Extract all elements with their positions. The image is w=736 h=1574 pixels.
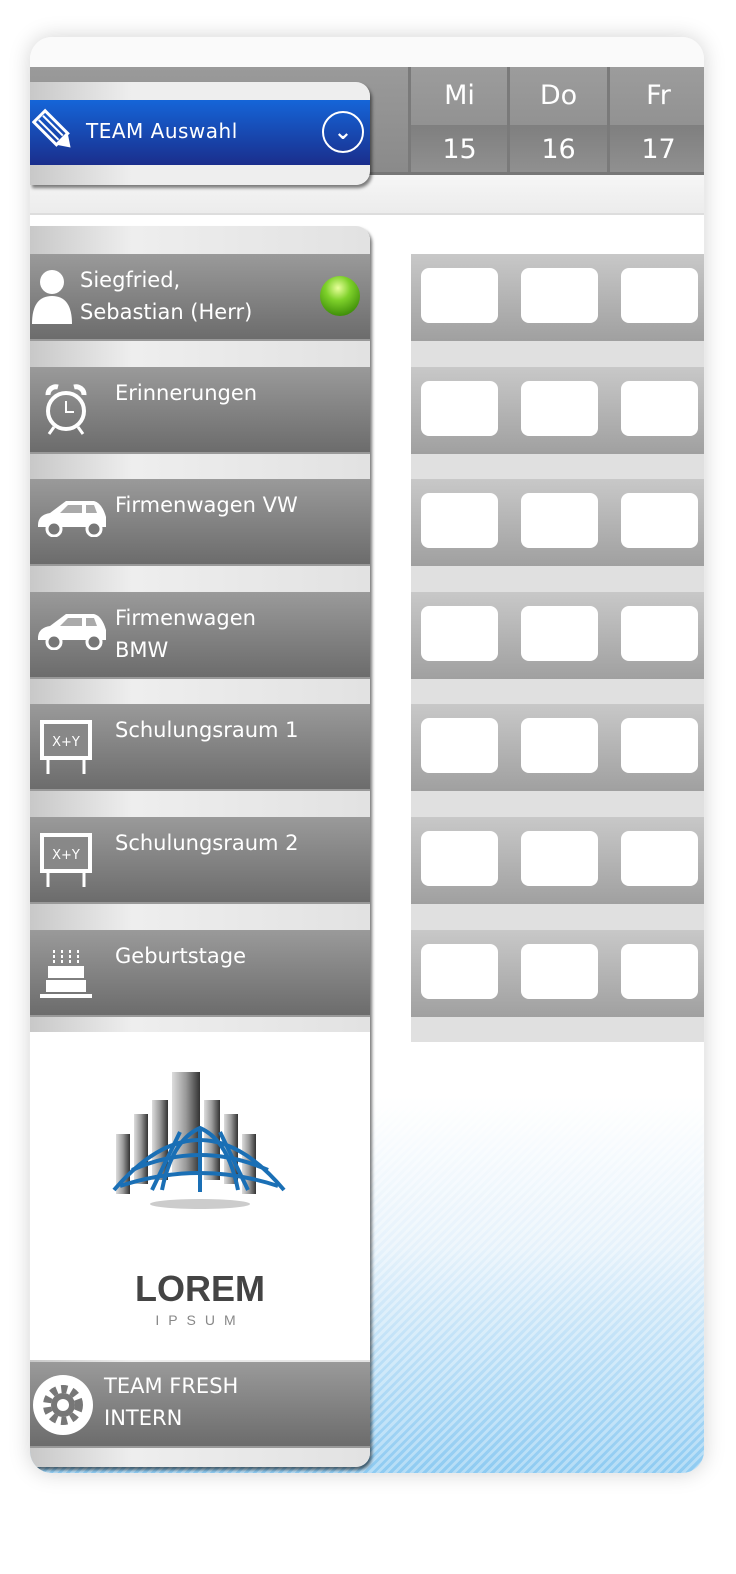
gear-icon [33, 1375, 93, 1435]
team-fresh-intern-button[interactable]: TEAM FRESH INTERN [30, 1362, 370, 1448]
car-icon [36, 493, 106, 549]
sidebar-item-label: Erinnerungen [115, 380, 258, 405]
sidebar-item-siegfried-sebastian-herr[interactable]: Siegfried, Sebastian (Herr) [30, 254, 370, 341]
svg-text:X+Y: X+Y [52, 735, 80, 750]
day-column-mi[interactable]: Mi 15 [408, 67, 508, 172]
schedule-slot[interactable] [421, 831, 498, 886]
schedule-slot[interactable] [621, 943, 698, 999]
sidebar-item-firmenwagen-vw[interactable]: Firmenwagen VW [30, 479, 370, 567]
whiteboard-icon: X+Y [36, 831, 104, 887]
day-date: 17 [610, 125, 704, 172]
schedule-slot[interactable] [621, 380, 698, 436]
day-name: Do [510, 67, 607, 125]
schedule-slot[interactable] [521, 831, 598, 886]
schedule-row [411, 929, 704, 1017]
schedule-slot[interactable] [521, 605, 598, 661]
day-name: Mi [411, 67, 508, 125]
schedule-row [411, 591, 704, 679]
sidebar-item-schulungsraum-1[interactable]: X+Y Schulungsraum 1 [30, 704, 370, 792]
schedule-slot[interactable] [421, 493, 498, 549]
schedule-grid [411, 254, 704, 1042]
sidebar-item-geburtstage[interactable]: Geburtstage [30, 929, 370, 1017]
sidebar-item-label: Schulungsraum 1 [115, 718, 299, 743]
schedule-slot[interactable] [521, 493, 598, 549]
schedule-slot[interactable] [621, 718, 698, 774]
schedule-row [411, 254, 704, 341]
schedule-row [411, 704, 704, 792]
sidebar-item-firmenwagen-bmw[interactable]: Firmenwagen BMW [30, 591, 370, 679]
sidebar-item-erinnerungen[interactable]: Erinnerungen [30, 366, 370, 454]
app-window: Mi 15 Do 16 Fr 17 TEAM Auswahl ⌄ Siegfried,… [30, 37, 704, 1473]
schedule-slot[interactable] [521, 718, 598, 774]
schedule-row [411, 479, 704, 567]
chevron-down-circle-icon[interactable]: ⌄ [322, 111, 364, 153]
day-date: 16 [510, 125, 607, 172]
day-date: 15 [411, 125, 508, 172]
schedule-row [411, 366, 704, 454]
car-icon [36, 606, 106, 662]
birthday-cake-icon [36, 944, 104, 1000]
day-name: Fr [610, 67, 704, 125]
resource-sidebar: Siegfried, Sebastian (Herr) Erinnerungen F… [30, 226, 370, 1467]
sidebar-item-label: Firmenwagen VW [115, 493, 298, 518]
sidebar-item-label: Schulungsraum 2 [115, 831, 299, 855]
pencil-icon [32, 108, 71, 148]
alarm-clock-icon [36, 381, 104, 437]
logo-subtitle: IPSUM [155, 1312, 245, 1328]
company-logo: LOREM IPSUM [30, 1032, 370, 1360]
sidebar-item-label: Geburtstage [115, 943, 246, 968]
sidebar-item-schulungsraum-2[interactable]: X+Y Schulungsraum 2 [30, 817, 370, 904]
day-column-do[interactable]: Do 16 [507, 67, 607, 172]
schedule-slot[interactable] [521, 268, 598, 323]
schedule-slot[interactable] [621, 268, 698, 323]
whiteboard-icon: X+Y [36, 718, 104, 775]
schedule-slot[interactable] [621, 605, 698, 661]
schedule-slot[interactable] [621, 493, 698, 549]
team-select-button[interactable]: TEAM Auswahl ⌄ [30, 82, 370, 185]
status-online-icon [320, 276, 360, 316]
schedule-slot[interactable] [521, 380, 598, 436]
team-select-label: TEAM Auswahl [86, 119, 238, 143]
schedule-slot[interactable] [521, 943, 598, 999]
schedule-slot[interactable] [421, 380, 498, 436]
schedule-slot[interactable] [621, 831, 698, 886]
schedule-slot[interactable] [421, 943, 498, 999]
svg-text:X+Y: X+Y [52, 848, 80, 863]
day-column-fr[interactable]: Fr 17 [607, 67, 704, 172]
schedule-row [411, 817, 704, 904]
schedule-slot[interactable] [421, 718, 498, 774]
top-strip [30, 37, 704, 67]
footer-label: TEAM FRESH INTERN [104, 1374, 239, 1430]
schedule-slot[interactable] [421, 268, 498, 323]
schedule-slot[interactable] [421, 605, 498, 661]
building-globe-logo-icon [112, 1072, 286, 1209]
sidebar-item-label: Firmenwagen BMW [115, 605, 256, 662]
logo-title: LOREM [135, 1268, 265, 1309]
sidebar-item-label: Siegfried, Sebastian (Herr) [80, 268, 253, 324]
